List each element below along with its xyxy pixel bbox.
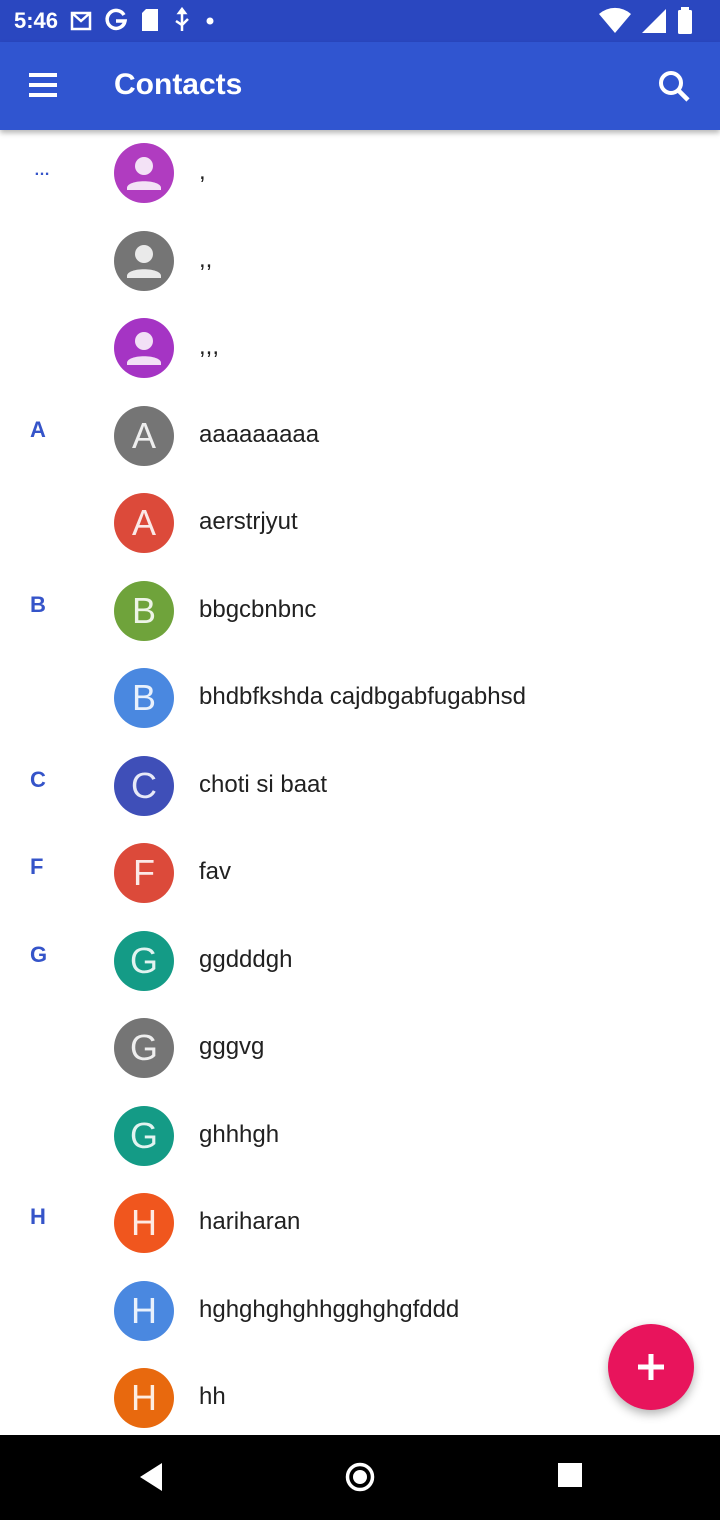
section-letter: C (30, 766, 46, 792)
section-letter: B (30, 591, 46, 617)
dot-icon (206, 17, 214, 25)
contact-name: hariharan (199, 1208, 301, 1235)
notification-icons (70, 7, 216, 33)
contact-list[interactable]: …,,,,,, A Aaaaaaaaaa Aaerstrjyut B Bbbgcbnbnc… (0, 130, 720, 1435)
add-contact-button[interactable] (608, 1324, 694, 1410)
contact-name: bbgcbnbnc (199, 595, 317, 623)
search-button[interactable] (654, 66, 696, 108)
avatar-letter: A (131, 502, 156, 543)
contact-name: aaaaaaaaa (199, 420, 320, 448)
contact-avatar: G (114, 1105, 174, 1166)
menu-button[interactable] (24, 64, 66, 106)
contact-name: ,, (199, 245, 213, 273)
sd-card-icon (142, 9, 158, 31)
home-icon[interactable] (340, 1457, 380, 1497)
plus-icon (638, 1354, 664, 1380)
app-bar: Contacts (0, 42, 720, 130)
contact-avatar: A (114, 493, 174, 553)
contact-name: , (199, 158, 206, 185)
contact-avatar: H (114, 1280, 174, 1341)
contact-name: aerstrjyut (199, 508, 298, 535)
contact-avatar: A (114, 405, 174, 466)
contact-name: ,,, (199, 333, 220, 360)
contact-name: gggvg (199, 1033, 265, 1060)
navigation-bar (0, 1435, 720, 1520)
contact-row[interactable]: Ggggvg (0, 1005, 720, 1092)
usb-icon (175, 7, 189, 31)
contact-avatar (114, 318, 174, 378)
avatar-letter: B (131, 677, 156, 718)
contact-name: bhdbfkshda cajdbgabfugabhsd (199, 683, 526, 710)
battery-icon (678, 7, 692, 34)
status-time: 5:46 (14, 8, 59, 33)
contact-row[interactable]: A Aaaaaaaaaa (0, 393, 720, 480)
contact-row[interactable]: C Cchoti si baat (0, 743, 720, 830)
person-icon (127, 244, 161, 278)
gmail-icon (70, 11, 92, 31)
contact-avatar: B (114, 580, 174, 641)
avatar-letter: F (133, 852, 155, 893)
back-icon[interactable] (132, 1457, 172, 1497)
contact-name: ggdddgh (199, 945, 293, 973)
avatar-letter: G (129, 1027, 158, 1068)
google-icon (105, 8, 128, 31)
avatar-letter: H (131, 1202, 157, 1243)
avatar-letter: G (129, 939, 158, 981)
app-title: Contacts (114, 68, 243, 101)
contact-avatar: F (114, 843, 174, 903)
contact-avatar: G (114, 930, 174, 991)
avatar-letter: C (131, 764, 157, 806)
section-letter: H (30, 1204, 46, 1229)
hamburger-menu-icon (29, 73, 57, 97)
avatar-letter: H (131, 1377, 157, 1418)
contact-row[interactable]: ,, (0, 218, 720, 305)
contact-row[interactable]: ,,, (0, 305, 720, 392)
contact-name: choti si baat (199, 770, 328, 798)
contact-row[interactable]: Bbhdbfkshda cajdbgabfugabhsd (0, 655, 720, 742)
contact-avatar (114, 230, 174, 291)
contact-avatar (114, 143, 174, 203)
section-letter: A (30, 416, 46, 442)
contact-name: hh (199, 1383, 226, 1410)
contact-name: fav (199, 858, 232, 885)
section-letter: … (34, 162, 50, 179)
wifi-icon (599, 7, 631, 33)
contact-name: ghhhgh (199, 1120, 280, 1148)
status-bar: 5:46 (0, 0, 720, 42)
avatar-letter: G (129, 1114, 158, 1156)
system-icons (598, 6, 694, 36)
contact-row[interactable]: …, (0, 130, 720, 217)
contact-avatar: H (114, 1368, 174, 1428)
contact-avatar: B (114, 668, 174, 728)
contact-avatar: C (114, 755, 174, 816)
contact-avatar: H (114, 1193, 174, 1253)
contact-row[interactable]: H Hhariharan (0, 1180, 720, 1267)
search-icon (659, 71, 690, 102)
contact-avatar: G (114, 1018, 174, 1078)
contact-row[interactable]: Aaerstrjyut (0, 480, 720, 567)
contact-row[interactable]: F Ffav (0, 830, 720, 917)
person-icon (127, 157, 161, 190)
recents-icon[interactable] (552, 1457, 592, 1497)
contact-row[interactable]: Gghhhgh (0, 1093, 720, 1180)
avatar-letter: A (131, 414, 156, 456)
avatar-letter: B (131, 589, 156, 631)
person-icon (127, 332, 161, 365)
contact-name: hghghghghhgghghgfddd (199, 1295, 460, 1323)
contact-row[interactable]: B Bbbgcbnbnc (0, 568, 720, 655)
contact-row[interactable]: Hhghghghghhgghghgfddd (0, 1268, 720, 1355)
section-letter: F (30, 854, 44, 879)
avatar-letter: H (131, 1289, 157, 1331)
section-letter: G (30, 941, 48, 967)
signal-icon (642, 9, 666, 33)
contact-row[interactable]: G Gggdddgh (0, 918, 720, 1005)
